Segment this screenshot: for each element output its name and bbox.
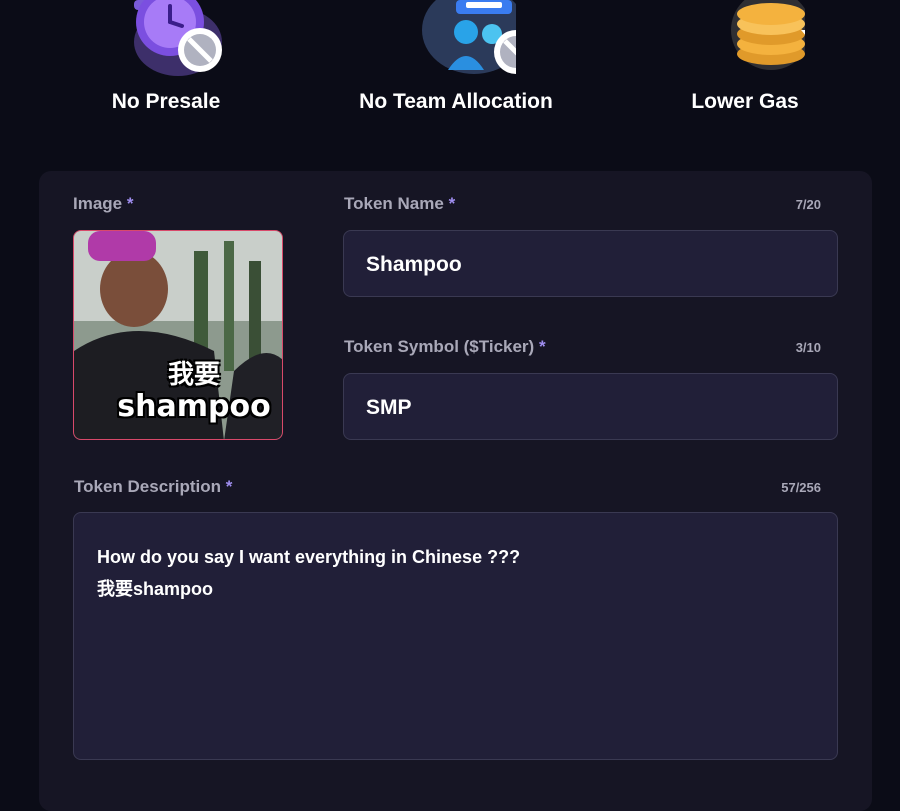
token-symbol-label-text: Token Symbol ($Ticker) (344, 337, 535, 356)
feature-label: No Team Allocation (359, 90, 553, 113)
image-caption: 我要 shampoo (104, 359, 282, 424)
required-mark: * (448, 194, 456, 213)
token-name-counter: 7/20 (795, 197, 821, 212)
team-no-icon (396, 0, 538, 80)
image-caption-line1: 我要 (167, 360, 220, 390)
feature-label: No Presale (111, 90, 221, 113)
token-symbol-label: Token Symbol ($Ticker) * (344, 337, 546, 357)
image-label: Image * (73, 194, 134, 214)
coins-down-icon (685, 0, 849, 80)
features-row: No Presale No Team Allocation Lower Gas (0, 0, 900, 140)
image-caption-line2: shampoo (117, 389, 271, 424)
feature-lower-gas: Lower Gas (615, 0, 875, 130)
token-description-label-text: Token Description (74, 477, 222, 496)
token-description-label: Token Description * (74, 477, 232, 497)
image-label-text: Image (73, 194, 123, 213)
token-name-label: Token Name * (344, 194, 455, 214)
clock-no-icon (106, 0, 226, 80)
required-mark: * (225, 477, 233, 496)
required-mark: * (126, 194, 134, 213)
feature-no-presale: No Presale (36, 0, 296, 130)
feature-no-team-allocation: No Team Allocation (326, 0, 586, 130)
token-symbol-counter: 3/10 (795, 340, 821, 355)
token-description-textarea[interactable]: How do you say I want everything in Chin… (73, 512, 838, 760)
required-mark: * (538, 337, 546, 356)
token-name-label-text: Token Name (344, 194, 444, 213)
token-name-input[interactable]: Shampoo (343, 230, 838, 297)
token-symbol-input[interactable]: SMP (343, 373, 838, 440)
token-image-upload[interactable]: 我要 shampoo (73, 230, 283, 440)
token-description-counter: 57/256 (781, 480, 821, 495)
feature-label: Lower Gas (691, 90, 799, 113)
